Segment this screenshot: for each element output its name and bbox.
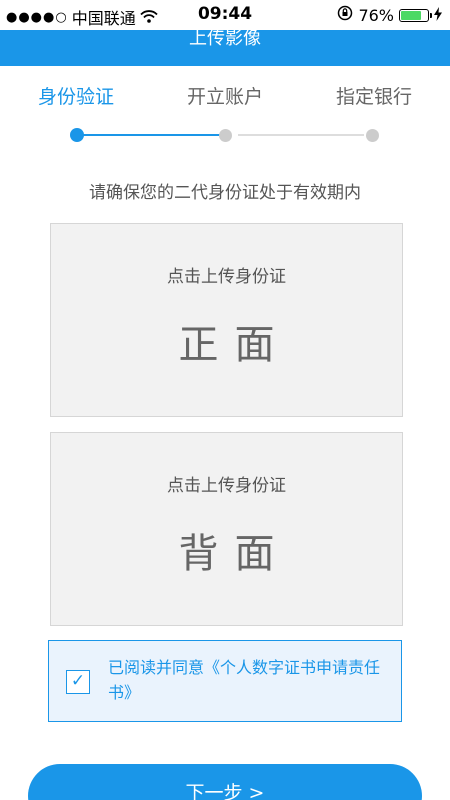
progress-dot-active [70,128,84,142]
agreement-box[interactable]: ✓ 已阅读并同意《个人数字证书申请责任书》 [48,640,402,722]
status-right: 76% [337,5,442,25]
nav-bar: 上传影像 [0,30,450,66]
rotation-lock-icon [337,5,353,25]
next-step-button[interactable]: 下一步 > [28,764,422,800]
step-designate-bank: 指定银行 [335,86,412,108]
battery-fill [401,10,421,20]
status-bar: ●●●●○ 中国联通 09:44 76% [0,0,450,30]
progress-dot-step-2 [219,129,232,142]
step-tabs: 身份验证 开立账户 指定银行 [0,82,450,112]
battery-icon [399,8,432,22]
agreement-checkbox[interactable]: ✓ [66,670,90,694]
agreement-text[interactable]: 已阅读并同意《个人数字证书申请责任书》 [108,655,396,705]
upload-id-front-button[interactable]: 点击上传身份证 正面 [50,223,403,417]
progress-line-inactive [238,134,364,136]
progress-line-active [82,134,222,136]
page-title: 上传影像 [189,30,261,49]
upload-id-back-button[interactable]: 点击上传身份证 背面 [50,432,403,626]
id-validity-notice: 请确保您的二代身份证处于有效期内 [89,183,361,203]
upload-front-hint: 点击上传身份证 [167,267,286,287]
battery-percent: 76% [358,5,394,25]
progress-dot-step-3 [366,129,379,142]
upload-front-label: 正面 [178,322,291,368]
step-progress [70,128,380,142]
upload-back-hint: 点击上传身份证 [167,476,286,496]
upload-back-label: 背面 [178,531,291,577]
charging-bolt-icon [434,6,442,25]
